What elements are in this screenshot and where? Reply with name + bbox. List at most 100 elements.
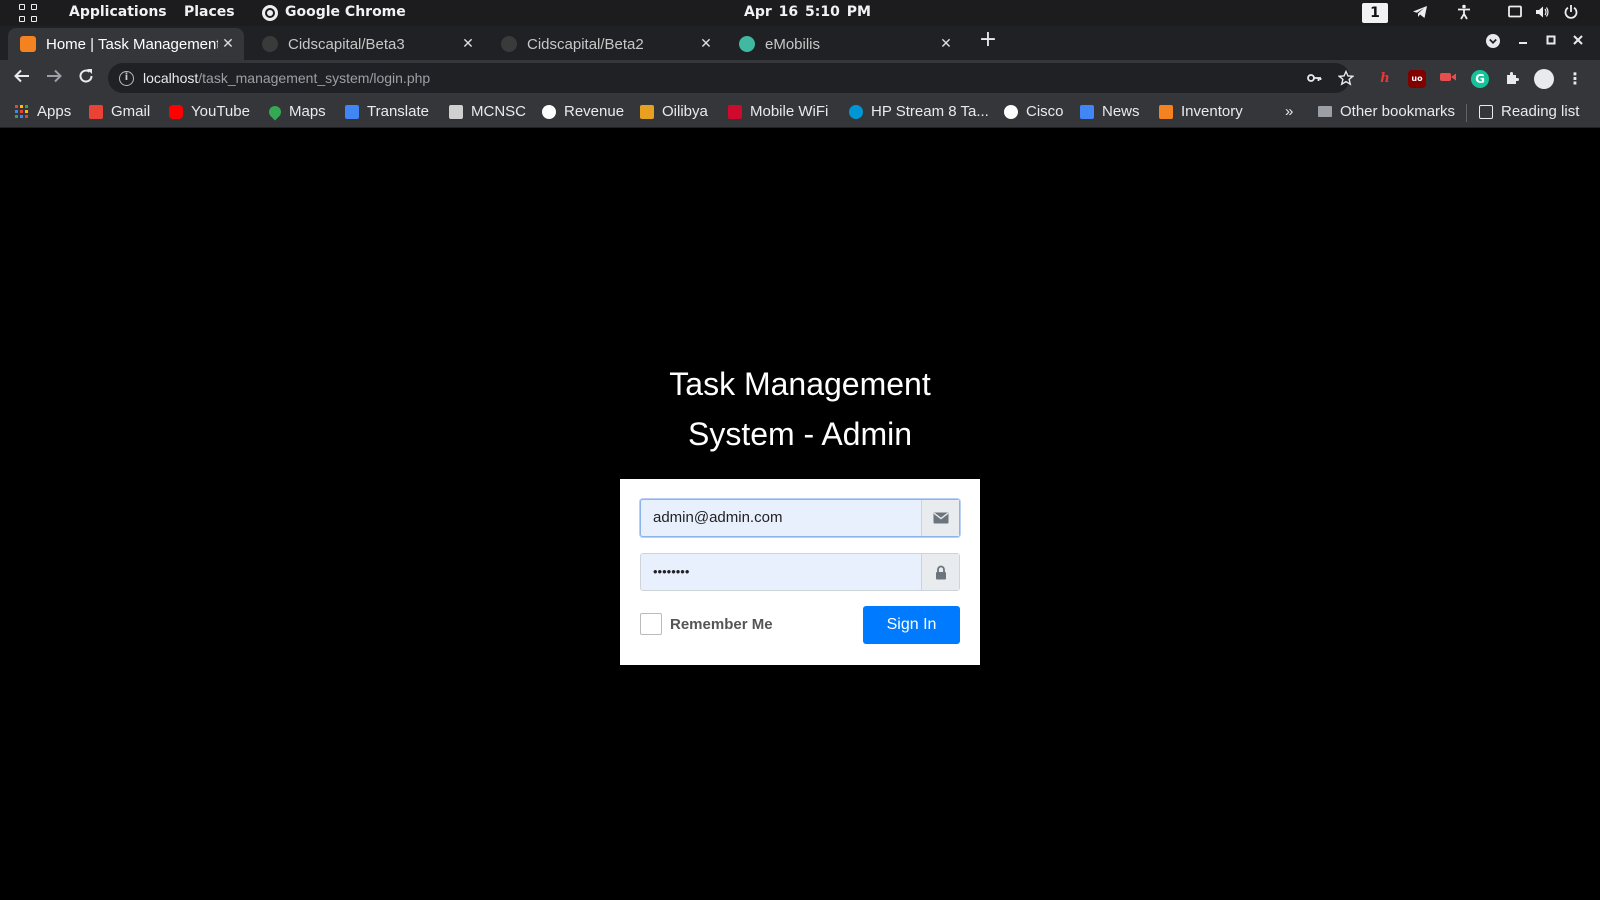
- site-info-icon[interactable]: i: [119, 70, 134, 86]
- telegram-tray-icon[interactable]: [1411, 4, 1429, 22]
- close-tab-icon[interactable]: ✕: [218, 36, 238, 52]
- bookmark-label: Apps: [37, 103, 72, 120]
- bookmark-star-icon[interactable]: [1337, 69, 1355, 88]
- bookmark-label: Cisco: [1026, 103, 1064, 120]
- bookmark-label: Mobile WiFi: [750, 103, 829, 120]
- bookmark-label: Revenue: [564, 103, 625, 120]
- tab-title: Cidscapital/Beta3: [288, 35, 405, 53]
- lock-icon: [921, 554, 959, 590]
- back-arrow-icon[interactable]: [11, 67, 33, 89]
- screencast-extension-icon[interactable]: [1439, 70, 1457, 88]
- bookmark-label: Maps: [289, 103, 326, 120]
- hypothesis-extension-icon[interactable]: h: [1376, 70, 1394, 88]
- close-tab-icon[interactable]: ✕: [696, 36, 716, 52]
- tab-strip: Home | Task Management System ✕ Cidscapi…: [0, 26, 1600, 80]
- bookmark-youtube[interactable]: YouTube: [169, 103, 250, 120]
- bookmark-cisco[interactable]: Cisco: [1004, 103, 1064, 120]
- workspace-indicator[interactable]: 1: [1362, 3, 1388, 23]
- tab-title: Home | Task Management System: [46, 35, 218, 53]
- bookmarks-divider: [1466, 104, 1467, 122]
- password-field[interactable]: ••••••••: [640, 553, 960, 591]
- places-menu[interactable]: Places: [184, 4, 235, 20]
- profile-avatar[interactable]: [1534, 69, 1554, 89]
- tab-cidscapital-beta3[interactable]: Cidscapital/Beta3 ✕: [250, 28, 484, 60]
- emobilis-favicon-icon: [739, 36, 755, 52]
- password-key-icon[interactable]: [1305, 70, 1323, 88]
- bookmark-maps[interactable]: Maps: [266, 103, 326, 120]
- news-icon: [1080, 104, 1094, 119]
- active-app-menu[interactable]: Google Chrome: [285, 4, 406, 20]
- bookmark-label: Other bookmarks: [1340, 103, 1456, 120]
- reading-list-button[interactable]: Reading list: [1479, 103, 1579, 120]
- maximize-window-icon[interactable]: [1542, 33, 1560, 51]
- bookmark-label: Gmail: [111, 103, 151, 120]
- url-text[interactable]: localhost/task_management_system/login.p…: [143, 70, 430, 86]
- url-path: /task_management_system/login.php: [198, 70, 431, 86]
- bookmark-news[interactable]: News: [1080, 103, 1140, 120]
- globe-icon: [1004, 104, 1018, 119]
- chrome-logo-icon: [262, 5, 278, 21]
- extensions-puzzle-icon[interactable]: [1503, 70, 1521, 88]
- address-bar[interactable]: i localhost/task_management_system/login…: [108, 63, 1350, 93]
- bookmark-revenue[interactable]: Revenue: [542, 103, 624, 120]
- system-clock[interactable]: Apr 16 5:10 PM: [744, 4, 871, 20]
- reload-icon[interactable]: [75, 67, 97, 89]
- bookmark-hp-stream[interactable]: HP Stream 8 Ta...: [849, 103, 989, 120]
- envelope-icon: [921, 500, 959, 536]
- bookmark-label: HP Stream 8 Ta...: [871, 103, 989, 120]
- bookmark-translate[interactable]: Translate: [345, 103, 429, 120]
- bookmark-label: YouTube: [191, 103, 250, 120]
- revenue-icon: [542, 104, 556, 119]
- maps-pin-icon: [266, 103, 284, 120]
- remember-me-row[interactable]: Remember Me: [640, 613, 773, 635]
- apps-grid-icon: [15, 105, 28, 118]
- github-favicon-icon: [262, 36, 278, 52]
- tab-emobilis[interactable]: eMobilis ✕: [727, 28, 962, 60]
- url-host: localhost: [143, 70, 199, 86]
- bookmark-mcnsc[interactable]: MCNSC: [449, 103, 526, 120]
- bookmark-inventory[interactable]: Inventory: [1159, 103, 1243, 120]
- grammarly-extension-icon[interactable]: G: [1471, 70, 1489, 88]
- email-input[interactable]: admin@admin.com: [641, 500, 921, 536]
- page-content: Task Management System - Admin admin@adm…: [0, 129, 1600, 900]
- tab-title: eMobilis: [765, 35, 821, 53]
- activities-grid-icon[interactable]: [19, 4, 37, 22]
- applications-menu[interactable]: Applications: [69, 4, 167, 20]
- tab-search-chevron-icon[interactable]: [1484, 33, 1502, 51]
- hp-icon: [849, 104, 863, 119]
- translate-icon: [345, 104, 359, 119]
- bookmark-gmail[interactable]: Gmail: [89, 103, 150, 120]
- tab-cidscapital-beta2[interactable]: Cidscapital/Beta2 ✕: [489, 28, 722, 60]
- bookmarks-overflow-chevron-icon[interactable]: »: [1285, 103, 1293, 120]
- bookmark-label: MCNSC: [471, 103, 526, 120]
- accessibility-icon[interactable]: [1455, 4, 1473, 22]
- xampp-favicon-icon: [20, 36, 36, 52]
- bookmarks-bar: Apps Gmail YouTube Maps Translate MCNSC …: [0, 96, 1600, 128]
- bookmark-apps[interactable]: Apps: [15, 103, 71, 120]
- login-title-line1: Task Management: [669, 366, 931, 402]
- bookmark-oilibya[interactable]: Oilibya: [640, 103, 708, 120]
- tab-home-task-management[interactable]: Home | Task Management System ✕: [8, 28, 244, 60]
- forward-arrow-icon[interactable]: [43, 67, 65, 89]
- sign-in-button[interactable]: Sign In: [863, 606, 960, 644]
- volume-icon[interactable]: [1533, 4, 1551, 22]
- remember-me-label[interactable]: Remember Me: [670, 616, 773, 633]
- power-icon[interactable]: [1562, 4, 1580, 22]
- browser-toolbar: i localhost/task_management_system/login…: [0, 60, 1600, 96]
- screen-icon[interactable]: [1506, 4, 1524, 22]
- bookmark-mobile-wifi[interactable]: Mobile WiFi: [728, 103, 828, 120]
- oilibya-icon: [640, 104, 654, 119]
- close-tab-icon[interactable]: ✕: [936, 36, 956, 52]
- bookmark-other-bookmarks[interactable]: Other bookmarks: [1318, 103, 1455, 120]
- close-window-icon[interactable]: [1569, 33, 1587, 51]
- remember-me-checkbox[interactable]: [640, 613, 662, 635]
- password-input[interactable]: ••••••••: [641, 554, 921, 590]
- tab-title: Cidscapital/Beta2: [527, 35, 644, 53]
- inventory-icon: [1159, 104, 1173, 119]
- ublock-extension-icon[interactable]: uo: [1408, 70, 1426, 88]
- close-tab-icon[interactable]: ✕: [458, 36, 478, 52]
- minimize-window-icon[interactable]: [1514, 33, 1532, 51]
- email-field[interactable]: admin@admin.com: [640, 499, 960, 537]
- new-tab-plus-icon[interactable]: +: [977, 29, 999, 51]
- chrome-menu-kebab-icon[interactable]: ⋮: [1566, 70, 1584, 88]
